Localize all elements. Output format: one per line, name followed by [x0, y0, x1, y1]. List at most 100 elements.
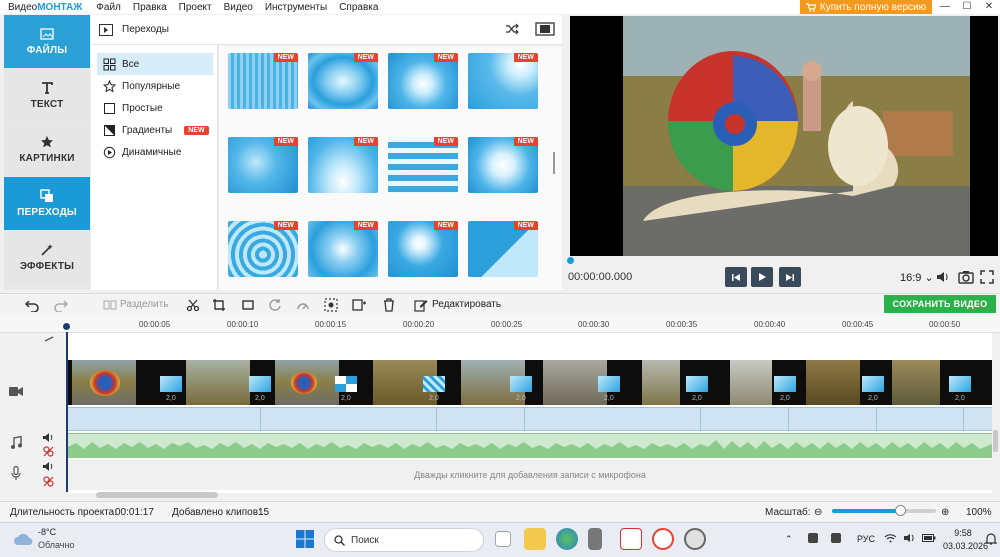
timeline-hscrollbar[interactable] — [96, 492, 218, 498]
category-popular[interactable]: Популярные — [97, 75, 213, 97]
track-transition[interactable] — [423, 376, 445, 392]
nav-effects[interactable]: ЭФФЕКТЫ — [4, 231, 90, 284]
category-simple[interactable]: Простые — [97, 97, 213, 119]
menu-tools[interactable]: Инструменты — [265, 2, 327, 13]
close-icon[interactable]: ✕ — [978, 0, 1000, 14]
track-transition[interactable] — [335, 376, 357, 392]
scissors-icon[interactable] — [186, 298, 200, 312]
filmstrip-view-icon[interactable] — [535, 22, 555, 36]
microphone-track[interactable]: Дважды кликните для добавления записи с … — [68, 460, 992, 490]
track-transition[interactable] — [160, 376, 182, 392]
transition-thumb[interactable]: NEW — [388, 137, 458, 193]
track-transition[interactable] — [862, 376, 884, 392]
category-gradients[interactable]: Градиенты NEW — [97, 119, 213, 141]
transition-thumb[interactable]: NEW — [388, 53, 458, 109]
fullscreen-icon[interactable] — [980, 270, 994, 284]
aspect-ratio-dropdown[interactable]: 16:9 ⌄ — [900, 271, 934, 284]
video-clip[interactable] — [70, 360, 136, 405]
next-frame-button[interactable] — [779, 267, 801, 287]
volume-icon[interactable] — [936, 270, 950, 284]
windows-start-icon[interactable] — [296, 530, 314, 548]
browser-globe-icon[interactable] — [556, 528, 578, 550]
edit-button[interactable]: Редактировать — [432, 299, 501, 310]
track-transition[interactable] — [686, 376, 708, 392]
menu-edit[interactable]: Правка — [133, 2, 167, 13]
mic-unlink-icon[interactable] — [43, 476, 54, 487]
video-clip[interactable] — [184, 360, 250, 405]
tray-app-icon-2[interactable] — [830, 532, 842, 544]
nav-text[interactable]: ТЕКСТ — [4, 69, 90, 122]
redo-icon[interactable] — [54, 298, 68, 312]
unlink-icon[interactable] — [43, 446, 54, 457]
buy-full-version-button[interactable]: Купить полную версию — [800, 0, 932, 14]
file-explorer-icon[interactable] — [524, 528, 546, 550]
save-video-button[interactable]: СОХРАНИТЬ ВИДЕО — [884, 295, 996, 313]
transition-thumb[interactable]: NEW — [388, 221, 458, 277]
preview-progress-handle[interactable] — [567, 257, 574, 264]
nav-files[interactable]: ФАЙЛЫ — [4, 15, 90, 68]
nav-pictures[interactable]: КАРТИНКИ — [4, 123, 90, 176]
transition-thumb[interactable]: NEW — [308, 53, 378, 109]
video-clip[interactable] — [273, 360, 339, 405]
prev-frame-button[interactable] — [725, 267, 747, 287]
category-dynamic[interactable]: Динамичные — [97, 141, 213, 163]
track-transition[interactable] — [949, 376, 971, 392]
text-track[interactable] — [68, 407, 992, 431]
audio-track[interactable] — [68, 433, 992, 458]
mic-volume-icon[interactable] — [42, 461, 54, 472]
transition-thumb[interactable]: NEW — [228, 53, 298, 109]
film-reel-icon[interactable] — [684, 528, 706, 550]
snapshot-camera-icon[interactable] — [958, 270, 974, 284]
tray-app-icon[interactable] — [807, 532, 819, 544]
audio-volume-icon[interactable] — [42, 432, 54, 443]
zoom-out-icon[interactable]: ⊖ — [814, 507, 822, 518]
video-clip[interactable] — [804, 360, 860, 405]
track-link-icon[interactable] — [43, 335, 55, 343]
tray-chevron-up-icon[interactable]: ⌃ — [785, 534, 793, 545]
crop-icon[interactable] — [212, 298, 226, 312]
minimize-icon[interactable]: — — [934, 0, 956, 14]
yandex-browser-icon[interactable] — [652, 528, 674, 550]
track-transition[interactable] — [774, 376, 796, 392]
taskbar-search[interactable]: Поиск — [324, 528, 484, 552]
shuffle-icon[interactable] — [505, 23, 519, 35]
stabilize-icon[interactable] — [324, 298, 338, 312]
transition-thumb[interactable]: NEW — [468, 221, 538, 277]
play-button[interactable] — [751, 267, 773, 287]
menu-file[interactable]: Файл — [96, 2, 121, 13]
transition-thumb[interactable]: NEW — [468, 137, 538, 193]
timeline-vscrollbar[interactable] — [993, 430, 998, 452]
language-indicator[interactable]: РУС — [857, 534, 875, 544]
battery-icon[interactable] — [922, 533, 936, 543]
menu-help[interactable]: Справка — [339, 2, 378, 13]
task-view-icon[interactable] — [495, 531, 511, 547]
transition-thumb[interactable]: NEW — [308, 137, 378, 193]
split-button[interactable]: Разделить — [120, 299, 168, 310]
transition-thumb[interactable]: NEW — [228, 221, 298, 277]
maximize-icon[interactable]: ☐ — [956, 0, 978, 14]
transition-thumb[interactable]: NEW — [468, 53, 538, 109]
category-all[interactable]: Все — [97, 53, 213, 75]
notifications-bell-icon[interactable] — [985, 532, 997, 546]
rotate-icon[interactable] — [268, 298, 282, 312]
nav-transitions[interactable]: ПЕРЕХОДЫ — [4, 177, 90, 230]
track-transition[interactable] — [598, 376, 620, 392]
insert-clip-icon[interactable] — [352, 298, 366, 312]
track-transition[interactable] — [249, 376, 271, 392]
frame-icon[interactable] — [241, 298, 255, 312]
track-transition[interactable] — [510, 376, 532, 392]
grid-scrollbar[interactable] — [553, 152, 555, 174]
video-clip[interactable] — [728, 360, 772, 405]
speaker-icon[interactable] — [903, 533, 916, 543]
cloud-weather-icon[interactable] — [12, 531, 34, 547]
video-editor-app-icon[interactable] — [620, 528, 642, 550]
zoom-slider-handle[interactable] — [895, 505, 906, 516]
menu-project[interactable]: Проект — [179, 2, 212, 13]
delete-trash-icon[interactable] — [382, 298, 396, 312]
playhead-handle[interactable] — [61, 321, 72, 332]
video-clip[interactable] — [890, 360, 940, 405]
undo-icon[interactable] — [25, 298, 39, 312]
speed-icon[interactable] — [296, 298, 310, 312]
menu-video[interactable]: Видео — [224, 2, 253, 13]
transition-thumb[interactable]: NEW — [228, 137, 298, 193]
